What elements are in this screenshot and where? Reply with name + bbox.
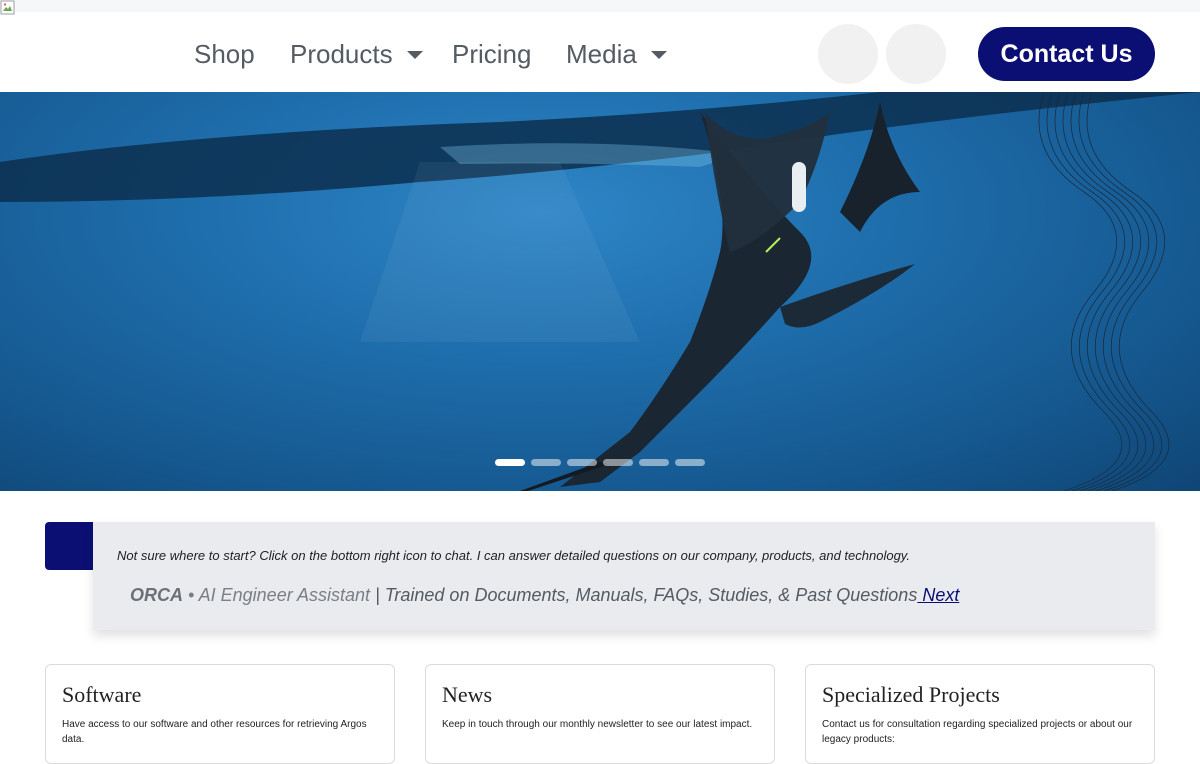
nav-shop[interactable]: Shop (194, 39, 255, 70)
nav-products-label: Products (290, 38, 393, 69)
hero-image (0, 92, 1200, 491)
chat-hint-text: Not sure where to start? Click on the bo… (117, 548, 910, 563)
chat-assistant-panel: Not sure where to start? Click on the bo… (93, 522, 1155, 630)
card-title: Specialized Projects (822, 682, 1000, 707)
software-card[interactable]: Software Have access to our software and… (45, 664, 395, 764)
nav-media-label: Media (566, 38, 637, 69)
carousel-indicator[interactable] (567, 459, 597, 466)
carousel-indicator[interactable] (495, 459, 525, 466)
carousel-indicator[interactable] (603, 459, 633, 466)
nav-products-dropdown[interactable]: Products (290, 39, 423, 70)
site-header: Shop Products Pricing Media Contact Us (0, 0, 1200, 92)
news-card[interactable]: News Keep in touch through our monthly n… (425, 664, 775, 764)
contact-us-button[interactable]: Contact Us (978, 27, 1155, 81)
next-link[interactable]: Next (917, 585, 959, 605)
assistant-name: ORCA (130, 585, 183, 605)
header-circle-button[interactable] (886, 24, 946, 84)
nav-pricing-label: Pricing (452, 38, 532, 69)
chat-accent-block (45, 522, 93, 570)
assistant-info-line: ORCA • AI Engineer Assistant | Trained o… (130, 585, 959, 606)
assistant-description: | Trained on Documents, Manuals, FAQs, S… (370, 585, 918, 605)
carousel-indicators (495, 459, 705, 466)
card-title: Software (62, 682, 142, 707)
header-circle-button[interactable] (818, 24, 878, 84)
assistant-subtitle: • AI Engineer Assistant (183, 585, 371, 605)
carousel-indicator[interactable] (531, 459, 561, 466)
nav-pricing[interactable]: Pricing (452, 39, 531, 70)
specialized-projects-card[interactable]: Specialized Projects Contact us for cons… (805, 664, 1155, 764)
carousel-indicator[interactable] (639, 459, 669, 466)
caret-down-icon (650, 51, 667, 59)
caret-down-icon (406, 51, 423, 59)
nav-media-dropdown[interactable]: Media (566, 39, 667, 70)
card-text: Keep in touch through our monthly newsle… (442, 719, 753, 730)
nav-shop-label: Shop (194, 38, 255, 69)
card-text: Contact us for consultation regarding sp… (822, 719, 1133, 745)
carousel-indicator[interactable] (675, 459, 705, 466)
broken-image-icon (0, 0, 15, 15)
hero-carousel (0, 92, 1200, 491)
card-title: News (442, 682, 493, 707)
card-text: Have access to our software and other re… (62, 719, 367, 745)
